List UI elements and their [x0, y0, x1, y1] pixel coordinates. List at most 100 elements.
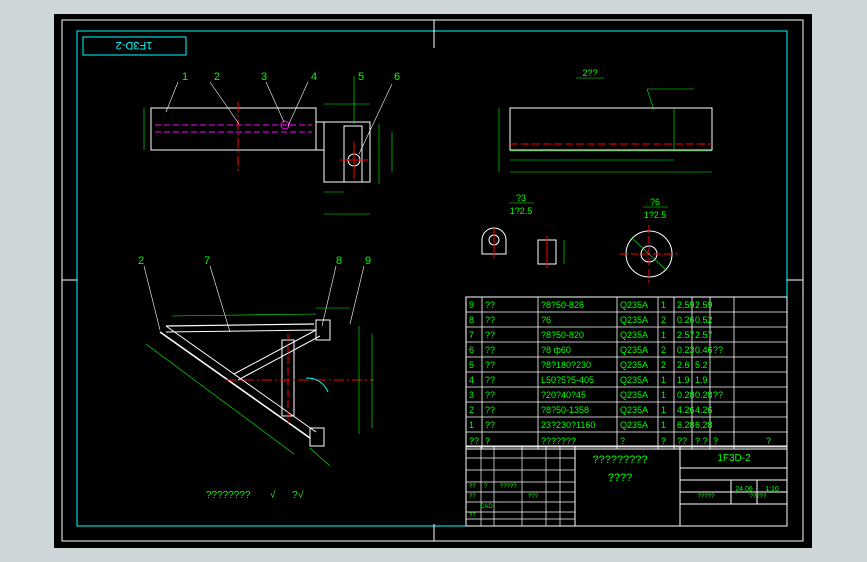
- bom-cell-no: 9: [469, 300, 474, 310]
- sheet-label-b: ?????: [750, 494, 767, 500]
- bom-cell-unit: 0.28: [677, 390, 695, 400]
- bom-cell-no: 4: [469, 375, 474, 385]
- bom-cell-qty: 1: [661, 420, 666, 430]
- balloon-6: 6: [394, 71, 400, 83]
- drawing-title-line-2: ????: [608, 472, 632, 484]
- bom-header-total: ? ?: [695, 436, 708, 446]
- bom-cell-qty: 1: [661, 375, 666, 385]
- bom-header-note_b: ?: [766, 436, 771, 446]
- bom-cell-name: ??: [485, 315, 495, 325]
- balloon-1: 1: [182, 71, 188, 83]
- balloon-9: 9: [365, 255, 371, 267]
- bom-cell-total: 2.57: [695, 330, 713, 340]
- cad-viewport[interactable]: 1F3D-2 1 2 3 4 5 6 2?? ?3 1?2.5 ?6 1?2.5…: [0, 0, 867, 562]
- bom-cell-total: 6.28: [695, 420, 713, 430]
- bracket-assembly: 2 7 8 9: [138, 255, 374, 467]
- bom-cell-spec: 23?230?1160: [541, 420, 595, 430]
- bom-cell-name: ??: [485, 345, 495, 355]
- balloon-8: 8: [336, 255, 342, 267]
- bom-cell-name: ??: [485, 420, 495, 430]
- detail-views: ?3 1?2.5 ?6 1?2.5: [481, 193, 678, 283]
- bom-cell-name: ??: [485, 360, 495, 370]
- bom-cell-note: ??: [713, 390, 723, 400]
- bom-table: 9?? ?8?50-826 Q235A 1 2.59 2.59 8?? ?6 Q235A 2 0.2…: [465, 296, 788, 450]
- bom-cell-unit: 0.23: [677, 345, 695, 355]
- bom-cell-spec: ?8 ф60: [541, 345, 571, 355]
- drawing-sheet: 1F3D-2 1 2 3 4 5 6 2?? ?3 1?2.5 ?6 1?2.5…: [54, 14, 812, 548]
- bom-cell-material: Q235A: [620, 420, 648, 430]
- roughness-symbol-1: √: [270, 489, 276, 501]
- bom-cell-unit: 1.9: [677, 375, 690, 385]
- code-stamp: 1F3D-2: [82, 36, 187, 56]
- title-block: ????????? ???? 1F3D-2 24.06 1:10 ????? ?…: [465, 445, 788, 527]
- bom-cell-qty: 1: [661, 390, 666, 400]
- detail6-title: ?6: [650, 197, 660, 207]
- outer-frame: [61, 19, 804, 542]
- bom-cell-no: 5: [469, 360, 474, 370]
- bom-cell-material: Q235A: [620, 345, 648, 355]
- detail3-title: ?3: [516, 193, 526, 203]
- bom-header-unit: ??: [677, 436, 687, 446]
- bom-header-qty: ?: [661, 436, 666, 446]
- top-right-view-title: 2??: [582, 68, 597, 78]
- bom-cell-no: 3: [469, 390, 474, 400]
- bom-header-no: ??: [469, 436, 479, 446]
- bom-cell-total: 5.2: [695, 360, 708, 370]
- bom-cell-name: ??: [485, 405, 495, 415]
- bom-cell-total: 4.26: [695, 405, 713, 415]
- sign-mark-1: ??: [469, 484, 476, 490]
- bom-cell-unit: 4.26: [677, 405, 695, 415]
- bom-cell-name: ??: [485, 390, 495, 400]
- bom-cell-total: 0.52: [695, 315, 713, 325]
- bom-header-material: ?: [620, 436, 625, 446]
- sign-mark-4: ???: [528, 494, 539, 500]
- bom-cell-note: ??: [713, 345, 723, 355]
- detail3-scale: 1?2.5: [510, 206, 533, 216]
- bom-cell-unit: 2.59: [677, 300, 695, 310]
- bom-cell-qty: 1: [661, 300, 666, 310]
- bom-cell-material: Q235A: [620, 330, 648, 340]
- bom-cell-qty: 2: [661, 345, 666, 355]
- roughness-note-text: ????????: [206, 490, 251, 501]
- bom-cell-qty: 1: [661, 405, 666, 415]
- bom-header-note_a: ?: [713, 436, 718, 446]
- bom-cell-name: ??: [485, 330, 495, 340]
- sign-mark-2: ?: [484, 484, 488, 490]
- drawing-code: 1F3D-2: [717, 453, 751, 464]
- bom-cell-material: Q235A: [620, 390, 648, 400]
- bom-cell-material: Q235A: [620, 300, 648, 310]
- bom-cell-total: 1.9: [695, 375, 708, 385]
- bom-cell-material: Q235A: [620, 360, 648, 370]
- bom-cell-qty: 2: [661, 315, 666, 325]
- bom-cell-no: 1: [469, 420, 474, 430]
- bom-cell-spec: ?6: [541, 315, 551, 325]
- sheet-label-a: ?????: [698, 494, 715, 500]
- front-view-top: [143, 76, 393, 215]
- balloon-2: 2: [214, 71, 220, 83]
- balloons-top-left: 1 2 3 4 5 6: [165, 71, 400, 155]
- sign-mark-3: ?????: [500, 484, 517, 490]
- bom-cell-unit: 6.28: [677, 420, 695, 430]
- roughness-note: ???????? √ ? √: [206, 489, 304, 501]
- bom-cell-spec: L50?5?5-405: [541, 375, 594, 385]
- balloon-4: 4: [311, 71, 317, 83]
- balloon-7a: 2: [138, 255, 144, 267]
- cad-label: CAD: [480, 504, 493, 510]
- weight-value: 24.06: [735, 486, 753, 493]
- bom-header-name: ?: [485, 436, 490, 446]
- bom-cell-spec: ?8?50-826: [541, 300, 584, 310]
- bom-cell-total: 2.59: [695, 300, 713, 310]
- drawing-canvas: 1F3D-2 1 2 3 4 5 6 2?? ?3 1?2.5 ?6 1?2.5…: [61, 19, 804, 542]
- drawing-title-line-1: ?????????: [592, 454, 647, 466]
- balloon-3: 3: [261, 71, 267, 83]
- sign-mark-5: ??: [469, 494, 476, 500]
- top-right-view: 2??: [498, 68, 713, 173]
- detail6-scale: 1?2.5: [644, 210, 667, 220]
- bom-cell-no: 8: [469, 315, 474, 325]
- bom-cell-qty: 2: [661, 360, 666, 370]
- roughness-symbol-2: √: [298, 489, 304, 501]
- bom-cell-spec: ?8?50-1358: [541, 405, 589, 415]
- balloon-5: 5: [358, 71, 364, 83]
- bom-cell-no: 2: [469, 405, 474, 415]
- balloon-7b: 7: [204, 255, 210, 267]
